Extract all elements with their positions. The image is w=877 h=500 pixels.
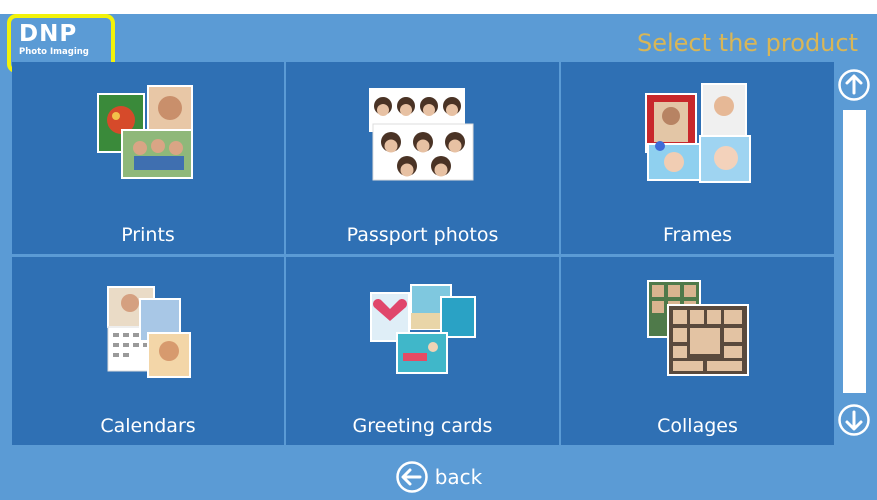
tile-label: Passport photos (346, 224, 499, 246)
app-window: DNP Photo Imaging Select the product Pri… (0, 14, 877, 500)
product-tile-greeting-cards[interactable]: Greeting cards (286, 257, 559, 445)
back-label: back (434, 465, 483, 489)
logo-text: DNP (19, 21, 78, 47)
scrollbar[interactable] (834, 62, 877, 446)
page-title: Select the product (637, 29, 858, 57)
frames-icon (644, 83, 751, 183)
arrow-left-circle-icon (395, 461, 428, 493)
scroll-track[interactable] (843, 110, 866, 393)
product-tile-passport-photos[interactable]: Passport photos (286, 62, 559, 254)
tile-label: Frames (662, 224, 733, 246)
product-tile-prints[interactable]: Prints (12, 62, 284, 254)
back-button[interactable]: back (0, 457, 877, 497)
product-tile-collages[interactable]: Collages (561, 257, 834, 445)
product-tile-calendars[interactable]: Calendars (12, 257, 284, 445)
tile-label: Prints (121, 224, 175, 246)
calendars-icon (107, 286, 191, 378)
tile-label: Collages (657, 415, 738, 437)
arrow-down-circle-icon[interactable] (837, 403, 871, 437)
greeting-cards-icon (369, 284, 476, 374)
tile-label: Calendars (100, 415, 196, 437)
product-grid: Prints Passport photos Frames Calendars … (12, 62, 834, 446)
passport-photos-icon (368, 88, 473, 181)
collages-icon (646, 280, 749, 376)
arrow-up-circle-icon[interactable] (837, 68, 871, 102)
logo-subtitle: Photo Imaging (19, 47, 89, 57)
prints-icon (97, 85, 193, 179)
tile-label: Greeting cards (352, 415, 493, 437)
product-tile-frames[interactable]: Frames (561, 62, 834, 254)
